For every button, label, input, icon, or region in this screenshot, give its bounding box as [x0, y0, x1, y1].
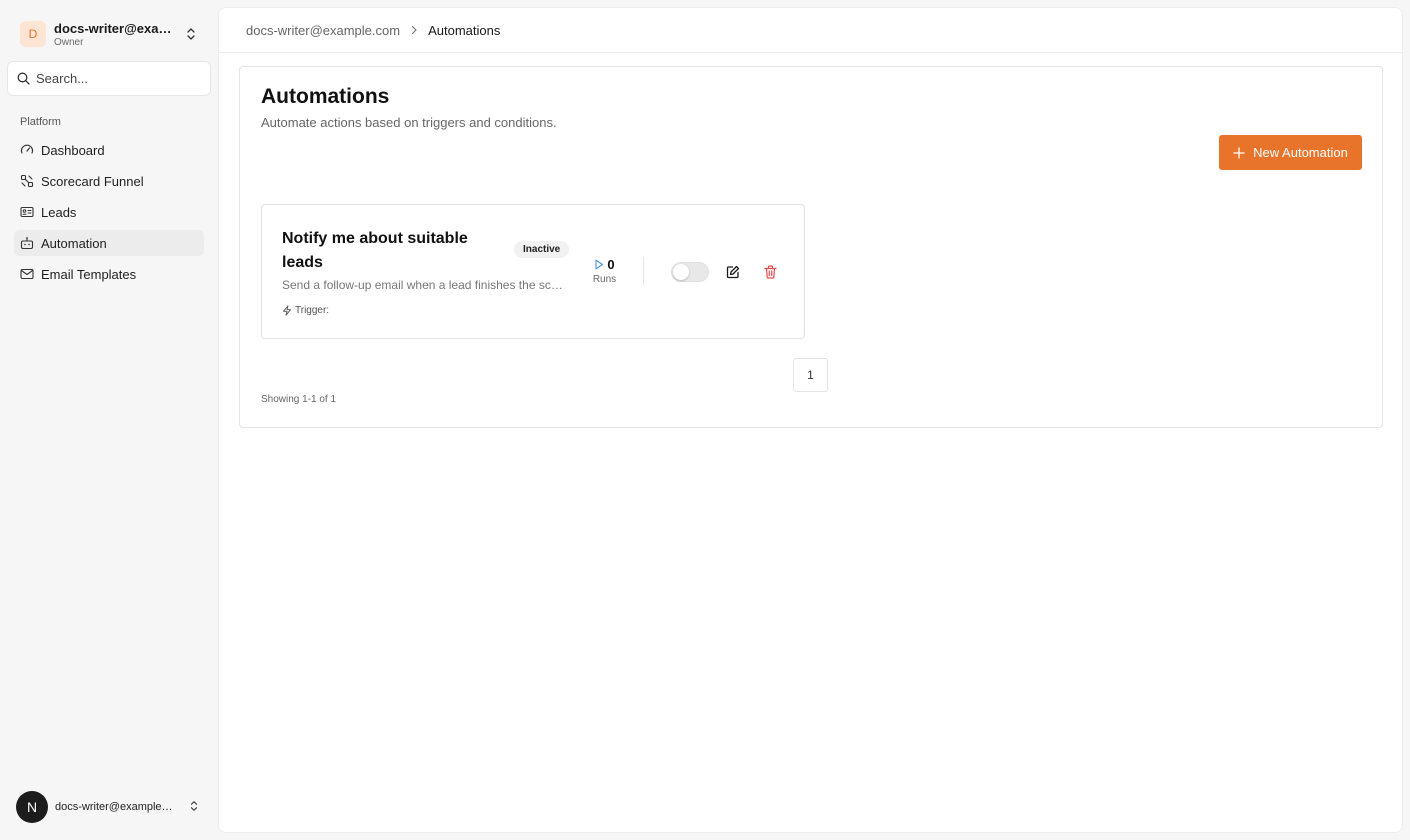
search-box[interactable]: [7, 61, 211, 96]
funnel-icon: [20, 174, 34, 188]
search-input[interactable]: [36, 71, 196, 86]
chevron-up-down-icon: [187, 28, 195, 40]
sidebar-item-scorecard-funnel[interactable]: Scorecard Funnel: [14, 168, 204, 194]
chevron-right-icon: [410, 25, 418, 35]
sidebar-item-label: Automation: [41, 235, 107, 251]
edit-icon: [726, 265, 740, 279]
sidebar-item-label: Dashboard: [41, 142, 105, 158]
breadcrumb-root[interactable]: docs-writer@example.com: [246, 23, 400, 38]
lightning-icon: [283, 305, 291, 316]
automation-icon: [20, 236, 34, 250]
nav-group-label: Platform: [20, 116, 61, 128]
delete-button[interactable]: [761, 263, 779, 281]
sidebar: D docs-writer@example.com Owner Platform…: [0, 0, 218, 840]
breadcrumb: docs-writer@example.com Automations: [219, 8, 1402, 53]
trash-icon: [763, 265, 777, 279]
runs-count: 0: [607, 257, 615, 272]
avatar: N: [16, 791, 48, 823]
automation-title: Notify me about suitable leads: [282, 230, 468, 271]
search-icon: [17, 72, 30, 85]
account-avatar: D: [20, 21, 46, 47]
page-subtitle: Automate actions based on triggers and c…: [261, 115, 557, 130]
gauge-icon: [20, 143, 34, 157]
account-switcher[interactable]: D docs-writer@example.com Owner: [12, 14, 206, 54]
user-email: docs-writer@example.com: [55, 801, 175, 813]
automation-card[interactable]: Notify me about suitable leads Inactive …: [261, 204, 805, 339]
new-automation-label: New Automation: [1253, 145, 1348, 160]
sidebar-item-label: Email Templates: [41, 266, 137, 282]
page-title: Automations: [261, 85, 390, 108]
sidebar-item-label: Leads: [41, 204, 77, 220]
play-icon: [595, 259, 604, 270]
breadcrumb-current: Automations: [428, 22, 501, 38]
edit-button[interactable]: [724, 263, 742, 281]
user-menu[interactable]: N docs-writer@example.com: [16, 790, 206, 824]
account-info: docs-writer@example.com Owner: [54, 21, 178, 48]
toggle-knob: [673, 264, 689, 280]
trigger-label: Trigger:: [295, 305, 330, 316]
runs-counter: 0 Runs: [587, 257, 622, 285]
pagination-summary: Showing 1-1 of 1: [261, 394, 337, 405]
sidebar-item-label: Scorecard Funnel: [41, 173, 144, 189]
sidebar-nav: Dashboard Scorecard Funnel Leads Automat…: [14, 137, 204, 292]
account-email: docs-writer@example.com: [54, 20, 178, 36]
automation-description: Send a follow-up email when a lead finis…: [282, 278, 565, 292]
chevron-up-down-icon: [190, 801, 198, 811]
sidebar-item-dashboard[interactable]: Dashboard: [14, 137, 204, 163]
automations-panel: Automations Automate actions based on tr…: [239, 66, 1383, 428]
sidebar-item-email-templates[interactable]: Email Templates: [14, 261, 204, 287]
sidebar-item-leads[interactable]: Leads: [14, 199, 204, 225]
new-automation-button[interactable]: New Automation: [1219, 135, 1362, 170]
pagination-page-button[interactable]: 1: [793, 358, 828, 392]
divider: [643, 257, 644, 285]
mail-icon: [20, 267, 34, 281]
status-badge: Inactive: [514, 241, 570, 258]
automation-enabled-toggle[interactable]: [671, 262, 709, 282]
id-card-icon: [20, 205, 34, 219]
sidebar-item-automation[interactable]: Automation: [14, 230, 204, 256]
main-content: docs-writer@example.com Automations Auto…: [218, 7, 1403, 833]
runs-label: Runs: [592, 274, 617, 285]
automation-trigger: Trigger:: [282, 305, 329, 316]
plus-icon: [1233, 146, 1245, 159]
account-role: Owner: [54, 36, 84, 48]
